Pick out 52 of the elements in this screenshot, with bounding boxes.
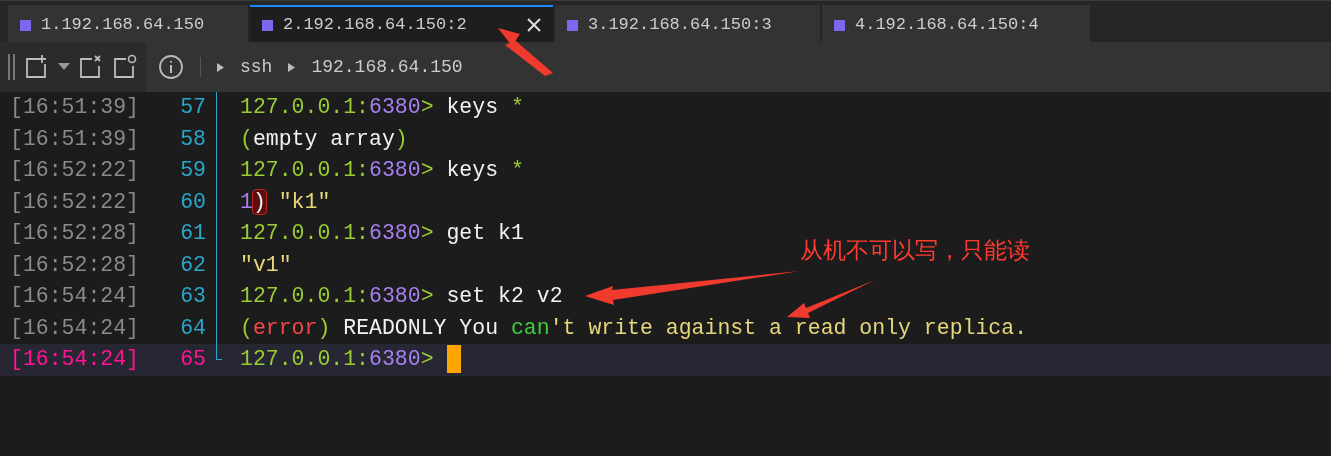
terminal-output: (error) READONLY You can't write against a read only replica. [240,315,1028,340]
terminal-output: 127.0.0.1:6380> set k2 v2 [240,284,563,308]
terminal-icon [834,19,845,31]
close-tab-icon[interactable] [78,54,104,80]
terminal-icon [262,19,273,31]
close-icon[interactable] [527,18,541,32]
tab-label: 3.192.168.64.150:3 [588,14,773,37]
tab-label: 1.192.168.64.150 [41,14,206,37]
terminal-output: "v1" [240,252,292,277]
timestamp: [16:54:24] [10,315,140,340]
tab[interactable]: 2.192.168.64.150:2 [250,5,553,43]
line-number: 65 [180,347,206,371]
tab-label: 4.192.168.64.150:4 [855,14,1040,37]
terminal-output: 127.0.0.1:6380> keys * [240,158,524,182]
line-number: 63 [180,284,206,308]
line-number: 64 [180,315,206,340]
terminal-output: 1) "k1" [240,189,331,214]
line-number: 59 [180,158,206,182]
tab[interactable]: 3.192.168.64.150:3 [555,5,820,43]
terminal-output: 127.0.0.1:6380> [240,347,434,371]
tab-label: 2.192.168.64.150:2 [283,14,468,37]
timestamp: [16:52:28] [10,221,140,245]
tab-settings-icon[interactable] [112,54,138,80]
timestamp: [16:52:22] [10,189,140,214]
breadcrumb-arrow-icon [217,62,224,72]
breadcrumb-arrow-icon [288,62,296,72]
line-number: 62 [180,252,206,277]
terminal-output: (empty array) [240,126,408,151]
tab[interactable]: 4.192.168.64.150:4 [822,5,1090,43]
breadcrumb-item[interactable]: 192.168.64.150 [311,53,463,81]
grip-icon[interactable] [8,54,16,80]
timestamp: [16:54:24] [10,347,140,371]
timestamp: [16:52:22] [10,158,140,182]
line-number: 61 [180,221,206,245]
timestamp: [16:51:39] [10,126,140,151]
line-number: 60 [180,189,206,214]
info-icon[interactable] [158,54,184,80]
terminal-icon [567,19,578,31]
annotation-text: 从机不可以写，只能读 [800,236,1030,265]
tab[interactable]: 1.192.168.64.150 [8,5,248,43]
terminal-output: 127.0.0.1:6380> get k1 [240,221,524,245]
timestamp: [16:54:24] [10,284,140,308]
caret-icon[interactable] [58,63,70,71]
terminal-icon [20,19,31,31]
text-cursor [446,345,461,374]
terminal-output: 127.0.0.1:6380> keys * [240,95,524,119]
annotation-arrow [498,28,553,76]
line-number: 58 [180,126,206,151]
timestamp: [16:52:28] [10,252,140,277]
line-number: 57 [180,95,206,119]
timestamp: [16:51:39] [10,95,140,119]
breadcrumb-item[interactable]: ssh [240,53,273,81]
